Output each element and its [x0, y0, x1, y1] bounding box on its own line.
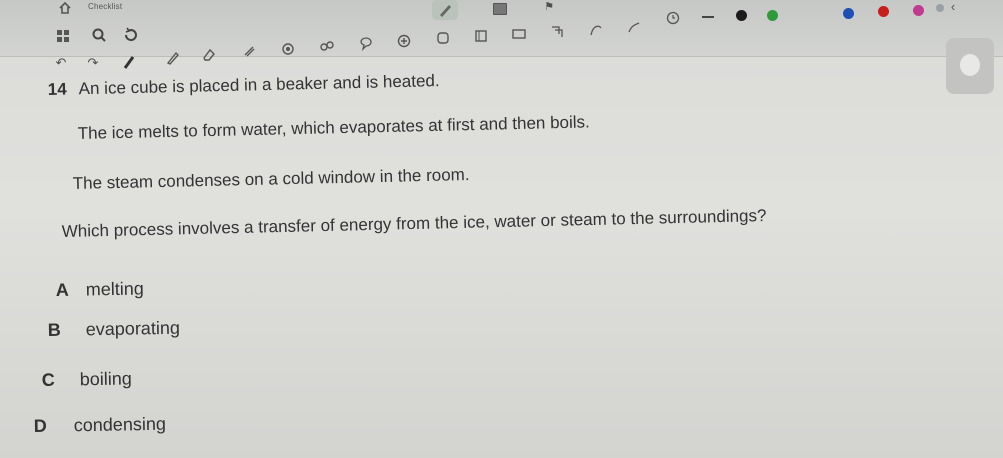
shape-icon[interactable]: [434, 30, 452, 44]
question-number: 14: [47, 79, 67, 100]
clock-icon[interactable]: [664, 10, 682, 25]
question-line-4: Which process involves a transfer of ene…: [61, 206, 767, 242]
lasso-icon[interactable]: [240, 43, 258, 57]
option-d-text: condensing: [73, 413, 167, 436]
line-width-indicator[interactable]: [702, 16, 714, 18]
chevron-left-icon[interactable]: ‹: [944, 0, 962, 14]
color-swatch-green[interactable]: [767, 10, 778, 21]
speech-bubble-icon[interactable]: [357, 35, 375, 52]
pen-tool-icon[interactable]: [120, 54, 138, 69]
question-line-2: The ice melts to form water, which evapo…: [77, 112, 590, 144]
option-c[interactable]: Cboiling: [42, 368, 132, 391]
square-icon[interactable]: [493, 3, 507, 15]
color-swatch-grey[interactable]: [936, 4, 944, 12]
plus-circle-icon[interactable]: [395, 33, 413, 48]
color-swatch-magenta[interactable]: [913, 5, 924, 16]
question-line-1-text: An ice cube is placed in a beaker and is…: [78, 71, 440, 99]
color-swatch-black[interactable]: [736, 10, 747, 21]
target-icon[interactable]: [279, 41, 297, 55]
frame-icon[interactable]: [510, 26, 528, 40]
curve-alt-icon[interactable]: [625, 20, 643, 34]
option-d[interactable]: Dcondensing: [34, 414, 166, 437]
option-a[interactable]: Amelting: [56, 278, 144, 301]
pen-mode-button[interactable]: [432, 0, 458, 20]
link-icon[interactable]: [318, 38, 336, 52]
floating-tool-button[interactable]: [946, 38, 994, 94]
question-line-1: 14 An ice cube is placed in a beaker and …: [48, 71, 440, 100]
undo-icon[interactable]: ↶: [52, 56, 70, 70]
option-b-text: evaporating: [85, 317, 181, 340]
option-c-letter: C: [41, 369, 55, 391]
option-a-letter: A: [55, 279, 69, 301]
home-icon[interactable]: [56, 0, 74, 14]
option-d-letter: D: [33, 415, 47, 437]
redo-icon[interactable]: ↷: [84, 56, 102, 70]
color-swatch-red[interactable]: [878, 6, 889, 17]
rectangle-icon[interactable]: [472, 28, 490, 42]
grid-icon[interactable]: [54, 28, 72, 42]
flag-icon[interactable]: ⚑: [540, 0, 558, 14]
search-icon[interactable]: [90, 27, 108, 42]
option-b-letter: B: [47, 319, 61, 341]
worksheet-page: Checklist ⚑ ‹ ↶ ↷ 14 An ice cube is plac…: [0, 0, 1003, 458]
option-c-text: boiling: [79, 368, 133, 390]
eraser-icon[interactable]: [200, 46, 218, 61]
question-line-3: The steam condenses on a cold window in …: [72, 165, 470, 194]
checklist-label[interactable]: Checklist: [88, 2, 122, 11]
highlighter-icon[interactable]: [164, 50, 182, 65]
refresh-icon[interactable]: [122, 27, 140, 42]
color-swatch-blue[interactable]: [843, 8, 854, 19]
option-a-text: melting: [85, 278, 145, 300]
curve-icon[interactable]: [587, 22, 605, 36]
option-b[interactable]: Bevaporating: [48, 318, 180, 341]
tool-dot-icon: [960, 54, 980, 76]
crop-icon[interactable]: [548, 24, 566, 38]
